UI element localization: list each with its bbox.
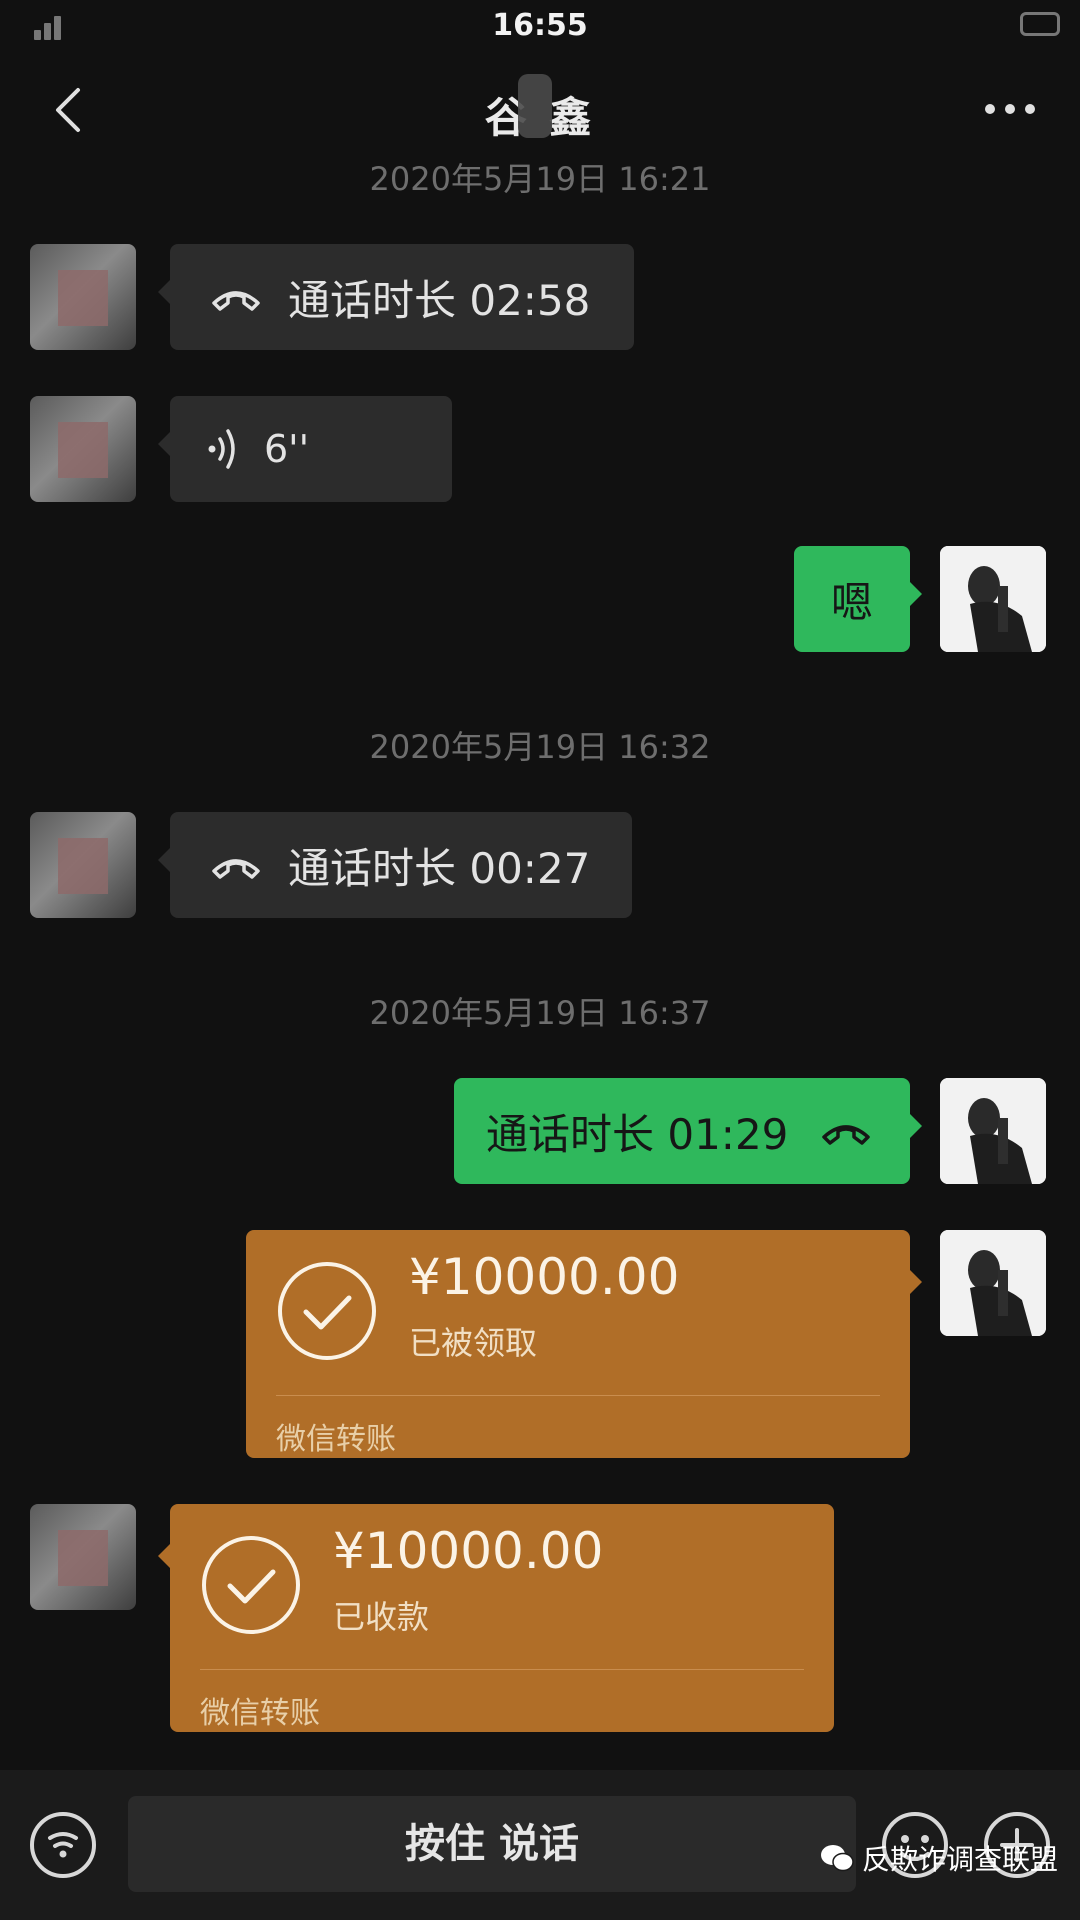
censor-blur [518, 74, 552, 138]
contact-avatar[interactable] [30, 396, 136, 502]
hold-to-talk-button[interactable]: 按住 说话 [128, 1796, 856, 1892]
voice-toggle-icon[interactable] [28, 1810, 98, 1880]
self-avatar[interactable] [940, 1230, 1046, 1336]
call-duration-text: 通话时长 01:29 [486, 1109, 789, 1159]
voice-duration: 6'' [264, 427, 310, 471]
nav-bar: 谷 鑫 [0, 60, 1080, 160]
wechat-logo-icon [821, 1845, 854, 1872]
status-bar: 16:55 [0, 0, 1080, 60]
watermark-text: 反欺诈调查联盟 [862, 1843, 1059, 1876]
self-avatar[interactable] [940, 1078, 1046, 1184]
battery-icon [1020, 12, 1060, 36]
check-circle-icon [202, 1536, 300, 1634]
phone-icon [212, 859, 260, 879]
person-photo [940, 546, 1046, 652]
transfer-amount: ¥10000.00 [333, 1522, 604, 1580]
transfer-status: 已被领取 [409, 1324, 538, 1362]
call-record-bubble[interactable]: 通话时长 01:29 [454, 1078, 922, 1184]
person-photo [940, 1078, 1046, 1184]
message-text: 嗯 [830, 577, 873, 627]
phone-icon [822, 1125, 871, 1145]
transfer-amount: ¥10000.00 [409, 1248, 680, 1306]
timestamp: 2020年5月19日 16:21 [369, 160, 711, 198]
person-photo [940, 1230, 1046, 1336]
phone-icon [212, 291, 260, 311]
status-time: 16:55 [492, 8, 588, 43]
contact-avatar[interactable] [30, 244, 136, 350]
transfer-card[interactable]: ¥10000.00 已被领取 微信转账 [246, 1230, 922, 1458]
text-message-bubble[interactable]: 嗯 [794, 546, 922, 652]
call-duration-text: 通话时长 00:27 [288, 843, 591, 893]
contact-avatar[interactable] [30, 1504, 136, 1610]
transfer-label: 微信转账 [200, 1696, 320, 1731]
divider [276, 1395, 880, 1396]
contact-avatar[interactable] [30, 812, 136, 918]
self-avatar[interactable] [940, 546, 1046, 652]
transfer-label: 微信转账 [276, 1422, 396, 1457]
divider [200, 1669, 804, 1670]
check-circle-icon [278, 1262, 376, 1360]
voice-message-bubble[interactable]: 6'' [158, 396, 452, 502]
call-record-bubble[interactable]: 通话时长 00:27 [158, 812, 632, 918]
more-icon[interactable] [980, 84, 1040, 134]
timestamp: 2020年5月19日 16:37 [369, 994, 711, 1032]
watermark: 反欺诈调查联盟 [820, 1838, 1058, 1878]
transfer-card[interactable]: ¥10000.00 已收款 微信转账 [158, 1504, 834, 1732]
voice-icon [208, 429, 235, 469]
call-record-bubble[interactable]: 通话时长 02:58 [158, 244, 634, 350]
transfer-status: 已收款 [333, 1598, 430, 1636]
timestamp: 2020年5月19日 16:32 [369, 728, 711, 766]
call-duration-text: 通话时长 02:58 [288, 275, 591, 325]
